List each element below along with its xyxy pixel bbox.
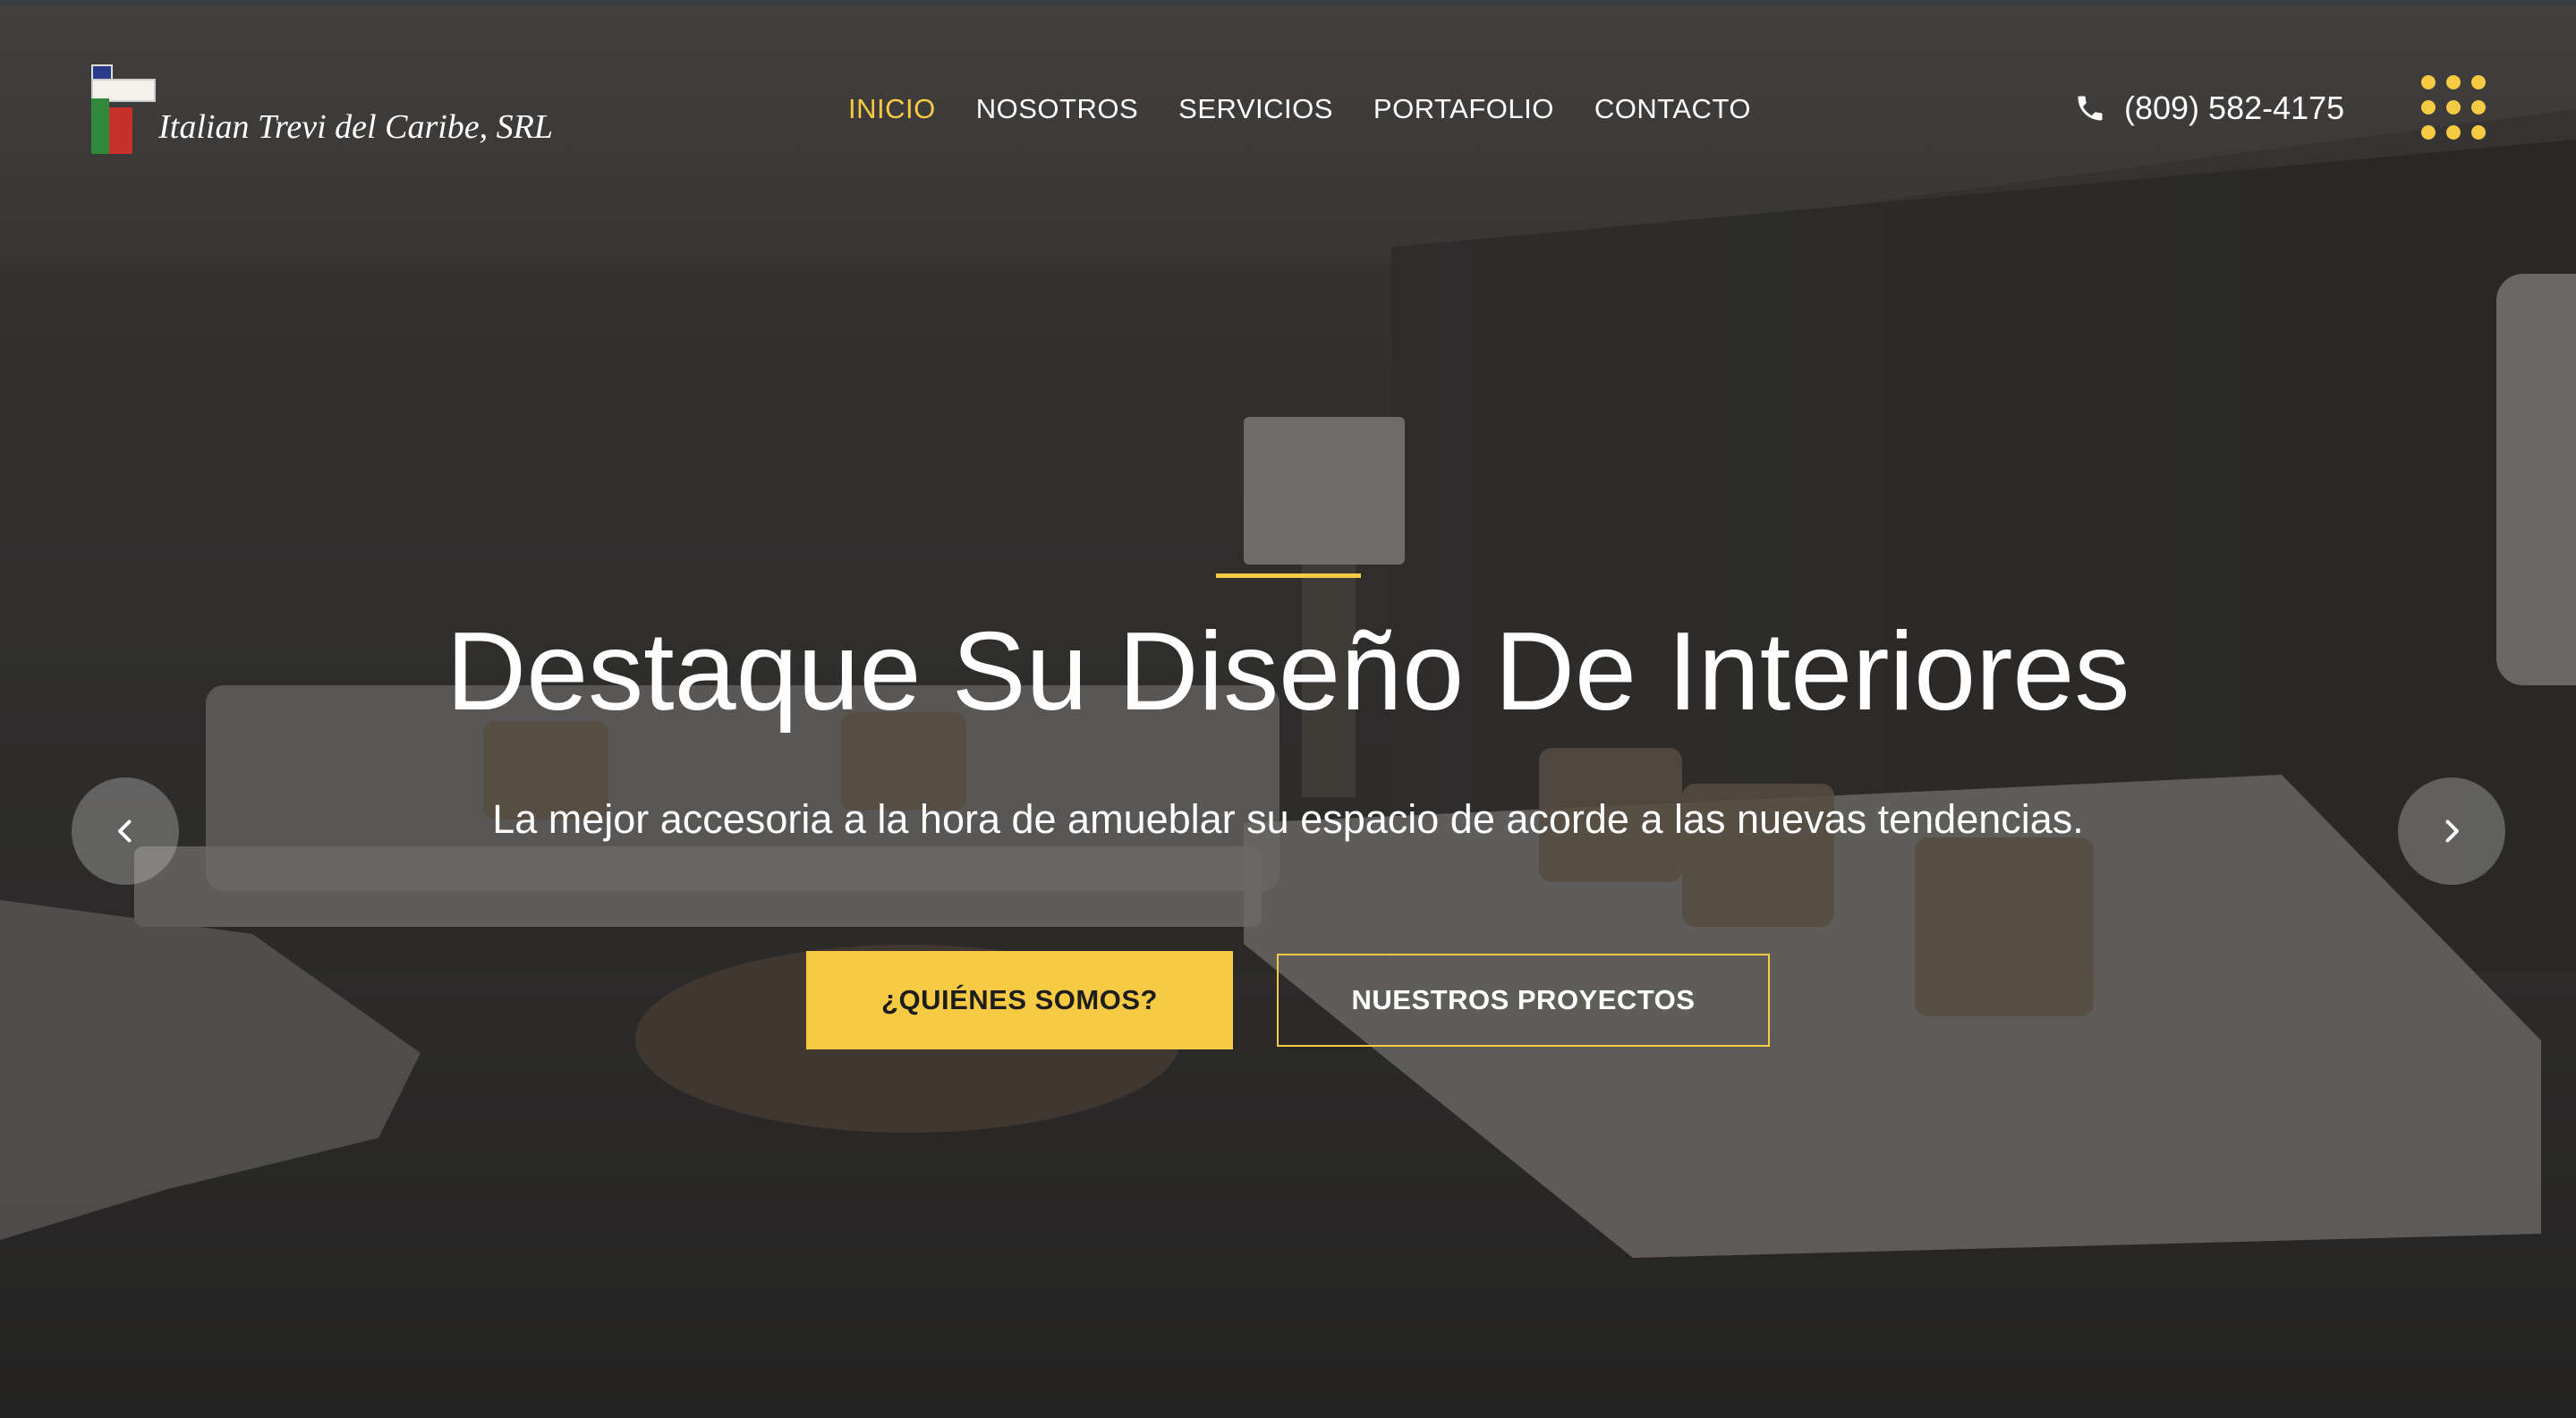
main-nav: INICIO NOSOTROS SERVICIOS PORTAFOLIO CON… bbox=[848, 93, 1791, 125]
slider-next-button[interactable] bbox=[2398, 777, 2505, 885]
nav-item-contacto[interactable]: CONTACTO bbox=[1594, 93, 1751, 125]
about-us-button[interactable]: ¿QUIÉNES SOMOS? bbox=[806, 951, 1233, 1049]
logo-text: Italian Trevi del Caribe, SRL bbox=[158, 108, 553, 146]
hero-subtitle: La mejor accesoria a la hora de amueblar… bbox=[492, 796, 2084, 842]
site-header: Italian Trevi del Caribe, SRL INICIO NOS… bbox=[0, 5, 2576, 202]
phone-icon bbox=[2078, 96, 2103, 121]
chevron-right-icon bbox=[2445, 819, 2459, 843]
grid-dots-icon[interactable] bbox=[2421, 75, 2489, 143]
nav-item-servicios[interactable]: SERVICIOS bbox=[1178, 93, 1333, 125]
page: Italian Trevi del Caribe, SRL INICIO NOS… bbox=[0, 0, 2576, 1418]
slider-prev-button[interactable] bbox=[72, 777, 179, 885]
logo-mark bbox=[88, 61, 156, 157]
logo[interactable]: Italian Trevi del Caribe, SRL bbox=[88, 59, 553, 157]
nav-item-inicio[interactable]: INICIO bbox=[848, 93, 936, 125]
projects-button[interactable]: NUESTROS PROYECTOS bbox=[1277, 954, 1770, 1047]
nav-item-nosotros[interactable]: NOSOTROS bbox=[976, 93, 1138, 125]
hero-accent-line bbox=[1216, 573, 1361, 578]
nav-item-portafolio[interactable]: PORTAFOLIO bbox=[1373, 93, 1554, 125]
phone-number: (809) 582-4175 bbox=[2124, 89, 2345, 126]
hero-title: Destaque Su Diseño De Interiores bbox=[446, 610, 2130, 734]
chevron-left-icon bbox=[118, 819, 132, 843]
phone-link[interactable]: (809) 582-4175 bbox=[2074, 89, 2344, 127]
